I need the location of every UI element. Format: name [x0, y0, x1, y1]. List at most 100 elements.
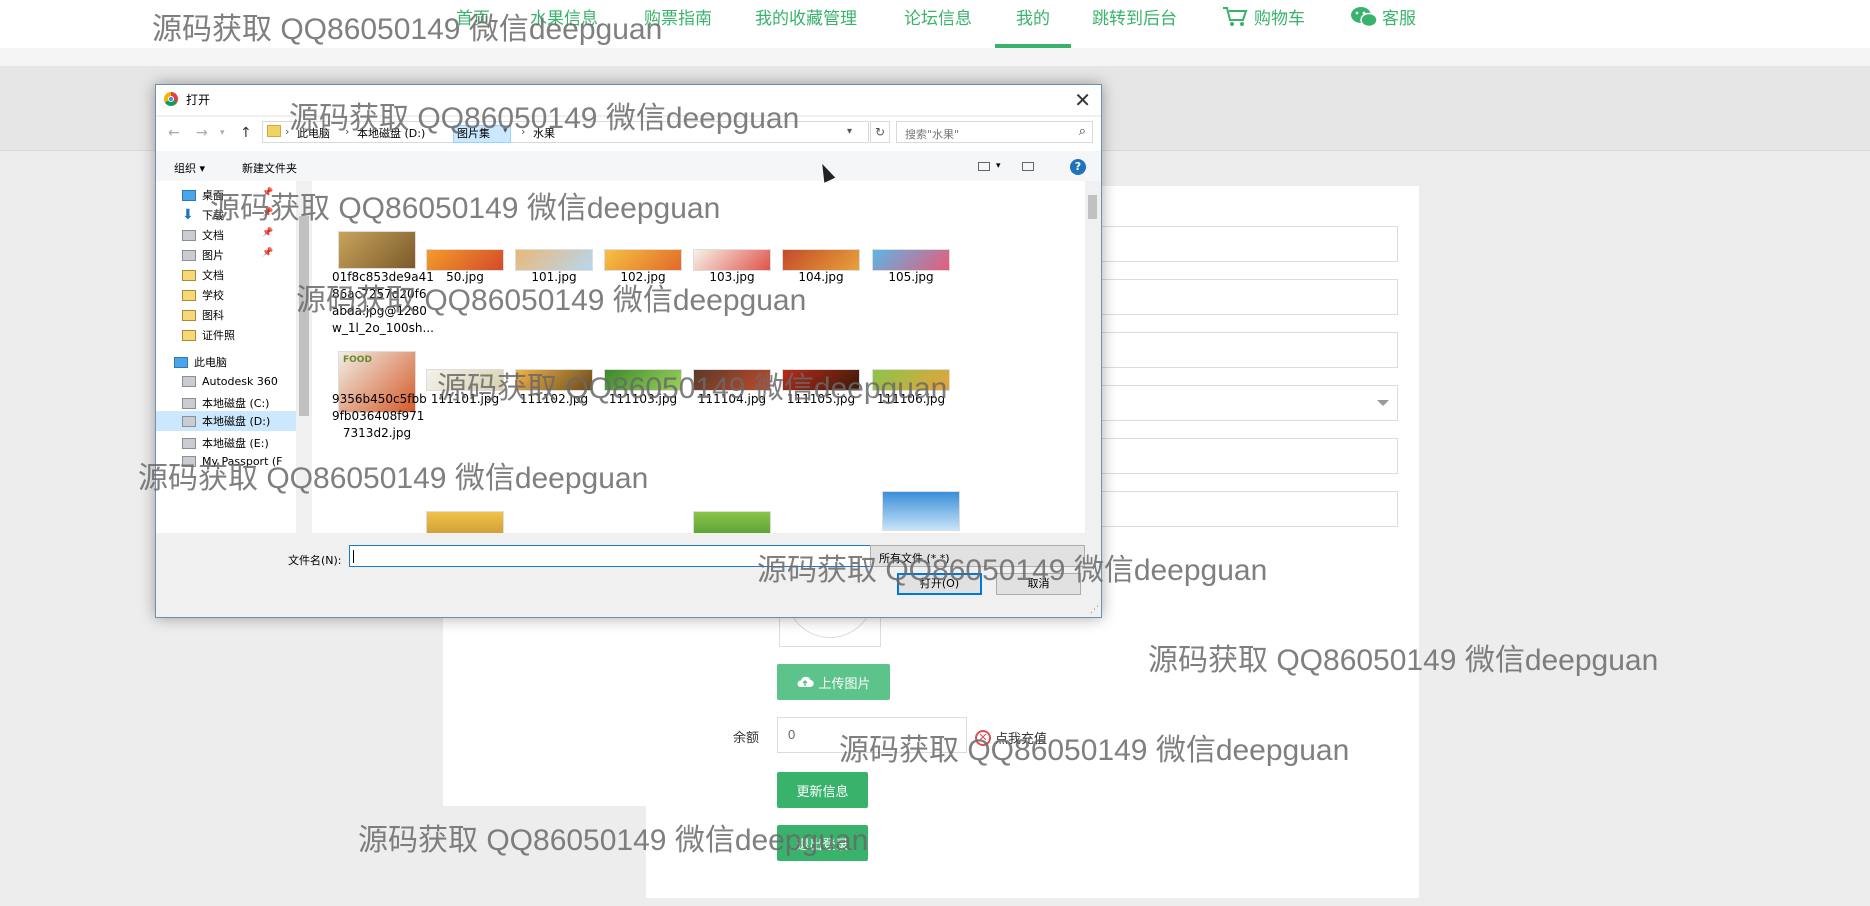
file-name[interactable]: 111106.jpg	[866, 391, 956, 408]
nav-admin[interactable]: 跳转到后台	[1092, 4, 1177, 29]
balance-input[interactable]: 0	[777, 717, 967, 753]
file-thumbnail[interactable]	[604, 369, 682, 391]
file-thumbnail[interactable]	[426, 249, 504, 271]
breadcrumb-fruit[interactable]: 水果	[533, 125, 555, 141]
file-thumbnail[interactable]	[693, 369, 771, 391]
navigation-tree: 桌面 📌 ⬇ 下载 📌 文档 📌 图片 📌 文档 学校 图科 证件照 此电脑 Au…	[156, 181, 296, 533]
help-icon[interactable]: ?	[1070, 159, 1086, 175]
nav-service[interactable]: 客服	[1350, 4, 1416, 29]
nav-favorites[interactable]: 我的收藏管理	[755, 4, 857, 29]
file-thumbnail[interactable]	[693, 249, 771, 271]
nav-cart[interactable]: 购物车	[1222, 4, 1305, 29]
file-name[interactable]: 111104.jpg	[687, 391, 777, 408]
search-input[interactable]: 搜索"水果" ⌕	[896, 121, 1093, 143]
tree-item-my-passport[interactable]: My Passport (F	[182, 455, 283, 468]
cancel-button[interactable]: 取消	[996, 573, 1081, 595]
file-thumbnail[interactable]	[872, 249, 950, 271]
file-thumbnail[interactable]	[693, 511, 771, 533]
resize-grip-icon[interactable]: ⋰	[1090, 605, 1099, 615]
logout-button[interactable]: 退出登录	[777, 825, 868, 861]
forward-arrow-icon[interactable]: →	[196, 125, 208, 141]
file-name[interactable]: 111101.jpg	[420, 391, 510, 408]
file-scrollbar[interactable]	[1085, 181, 1100, 533]
update-info-button[interactable]: 更新信息	[777, 772, 868, 808]
profile-select[interactable]	[1093, 385, 1398, 421]
nav-buy-guide[interactable]: 购票指南	[644, 4, 712, 29]
file-thumbnail[interactable]	[782, 369, 860, 391]
file-thumbnail[interactable]	[882, 491, 960, 531]
organize-menu[interactable]: 组织 ▾	[174, 160, 205, 176]
file-thumbnail[interactable]	[515, 369, 593, 391]
chevron-down-icon[interactable]: ▾	[503, 126, 508, 136]
nav-forum[interactable]: 论坛信息	[904, 4, 972, 29]
file-thumbnail[interactable]	[782, 249, 860, 271]
breadcrumb-this-pc[interactable]: 此电脑	[297, 125, 330, 141]
chevron-down-icon[interactable]: ▾	[847, 126, 852, 137]
file-type-select[interactable]: 所有文件 (*.*)	[870, 545, 1085, 567]
address-bar[interactable]: › 此电脑 › 本地磁盘 (D:) 图片集 ▾ › 水果 ▾	[262, 121, 869, 143]
tree-label: 本地磁盘 (C:)	[202, 397, 270, 410]
tree-item-school[interactable]: 学校	[182, 287, 224, 303]
nav-home[interactable]: 首页	[456, 4, 490, 29]
folder-icon	[182, 269, 196, 281]
tree-item-drive-c[interactable]: 本地磁盘 (C:)	[182, 395, 269, 411]
tree-item-documents[interactable]: 文档	[182, 227, 224, 243]
close-icon[interactable]: ✕	[1074, 88, 1091, 112]
breadcrumb-pictures[interactable]: 图片集	[457, 125, 490, 141]
tree-item-autodesk[interactable]: Autodesk 360	[182, 375, 278, 388]
tree-item-downloads[interactable]: ⬇ 下载	[182, 207, 224, 223]
tree-item-id-photos[interactable]: 证件照	[182, 327, 235, 343]
wechat-icon	[1351, 6, 1378, 27]
file-thumbnail[interactable]	[338, 231, 416, 269]
tree-scrollbar[interactable]	[296, 181, 312, 533]
file-thumbnail[interactable]	[426, 369, 504, 391]
tree-item-this-pc[interactable]: 此电脑	[174, 354, 227, 370]
refresh-icon[interactable]: ↻	[870, 121, 890, 143]
nav-mine[interactable]: 我的	[995, 4, 1071, 48]
file-name[interactable]: 102.jpg	[598, 269, 688, 286]
upload-image-button[interactable]: 上传图片	[777, 664, 890, 700]
filename-input[interactable]	[349, 545, 931, 567]
file-thumbnail[interactable]	[515, 249, 593, 271]
tree-item-pictures[interactable]: 图片	[182, 247, 224, 263]
recharge-link[interactable]: ✕ 点我充值	[975, 728, 1047, 747]
breadcrumb-drive-d[interactable]: 本地磁盘 (D:)	[357, 125, 425, 141]
file-name[interactable]: 104.jpg	[776, 269, 866, 286]
file-name[interactable]: 101.jpg	[509, 269, 599, 286]
file-thumbnail[interactable]	[426, 511, 504, 533]
pin-icon: 📌	[262, 248, 274, 258]
tree-item-desktop[interactable]: 桌面	[182, 187, 224, 203]
tree-item-tuke[interactable]: 图科	[182, 307, 224, 323]
file-thumbnail[interactable]	[872, 369, 950, 391]
profile-field-1[interactable]	[1093, 226, 1398, 262]
new-folder-button[interactable]: 新建文件夹	[242, 160, 297, 176]
file-name[interactable]: 111102.jpg	[509, 391, 599, 408]
tree-item-drive-d[interactable]: 本地磁盘 (D:)	[156, 411, 296, 431]
profile-field-4[interactable]	[1093, 438, 1398, 474]
profile-field-2[interactable]	[1093, 279, 1398, 315]
preview-pane-icon[interactable]	[1022, 162, 1034, 171]
profile-field-3[interactable]	[1093, 332, 1398, 368]
profile-field-5[interactable]	[1093, 491, 1398, 527]
nav-fruit-info[interactable]: 水果信息	[530, 4, 598, 29]
tree-item-drive-e[interactable]: 本地磁盘 (E:)	[182, 435, 269, 451]
up-arrow-icon[interactable]: ↑	[240, 125, 252, 141]
file-name[interactable]: 103.jpg	[687, 269, 777, 286]
file-name[interactable]: 111105.jpg	[776, 391, 866, 408]
file-name[interactable]: 105.jpg	[866, 269, 956, 286]
tree-label: 图科	[202, 309, 224, 322]
download-icon: ⬇	[182, 207, 194, 223]
open-button[interactable]: 打开(O)	[897, 573, 982, 595]
view-options-icon[interactable]	[978, 162, 990, 171]
file-name[interactable]: 9356b450c5fbb 9fb036408f971 7313d2.jpg	[332, 391, 427, 442]
chevron-down-icon[interactable]: ▾	[996, 161, 1001, 171]
search-placeholder: 搜索"水果"	[905, 128, 960, 141]
file-name[interactable]: 01f8c853de9a41 86ac7257d20f6 abda.jpg@12…	[332, 269, 434, 337]
recent-dropdown-icon[interactable]: ▾	[220, 128, 225, 138]
back-arrow-icon[interactable]: ←	[168, 125, 180, 141]
profile-sidebar	[443, 600, 646, 806]
tree-item-folder-docs[interactable]: 文档	[182, 267, 224, 283]
file-thumbnail[interactable]	[604, 249, 682, 271]
file-name[interactable]: 50.jpg	[420, 269, 510, 286]
file-name[interactable]: 111103.jpg	[598, 391, 688, 408]
